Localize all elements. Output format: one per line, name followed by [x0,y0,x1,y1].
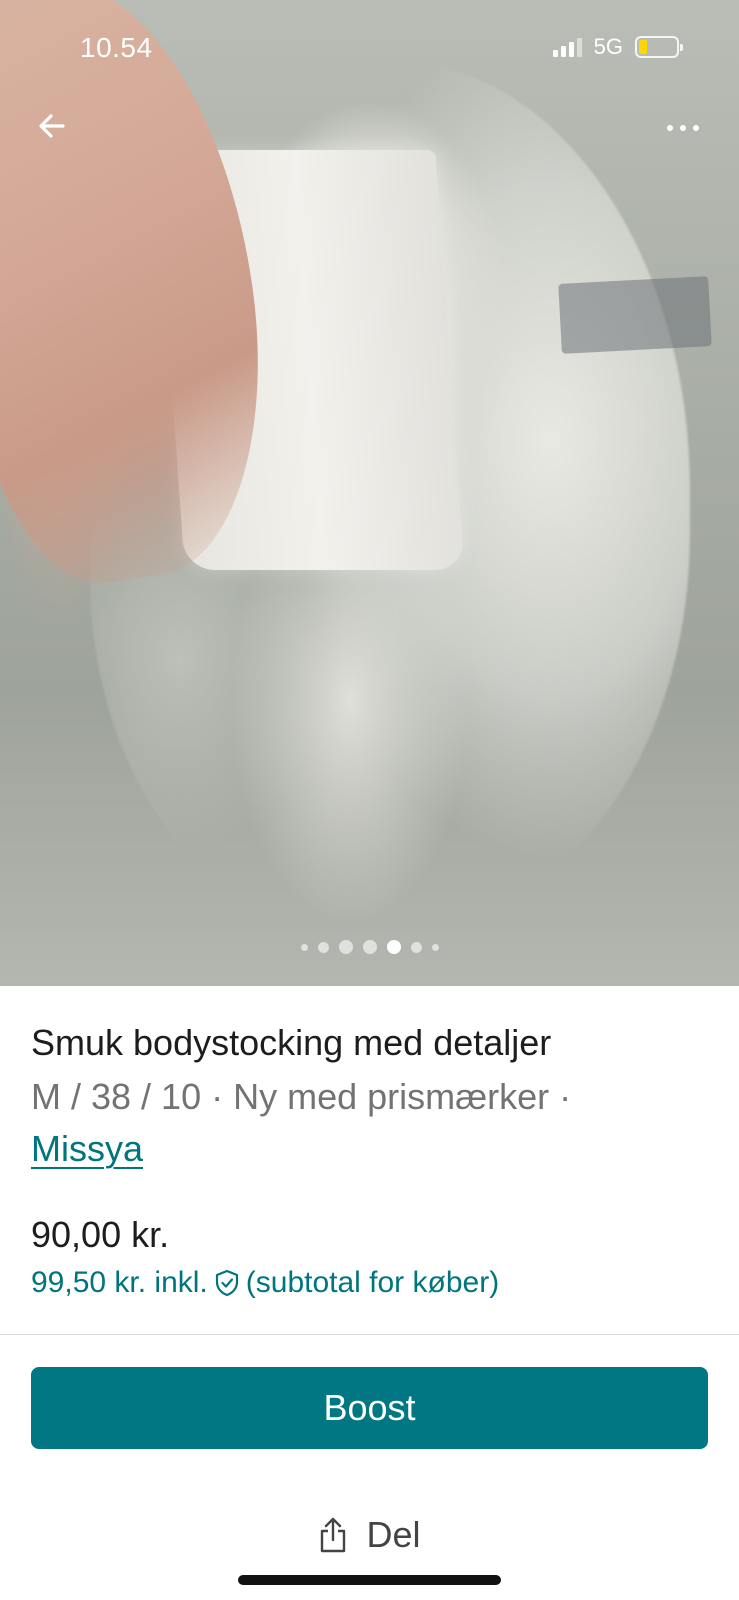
network-type: 5G [593,34,623,59]
item-title: Smuk bodystocking med detaljer [31,1022,552,1063]
more-options-button[interactable] [655,108,711,148]
pager-dot[interactable] [362,940,377,954]
pager-dot[interactable] [300,943,308,951]
back-button[interactable] [30,104,74,148]
buyer-price-amount: 99,50 kr. inkl. [31,1266,208,1299]
buyer-price-info[interactable]: 99,50 kr. inkl. (subtotal for køber) [31,1266,499,1300]
pager-dot[interactable] [338,940,353,954]
ellipsis-icon [667,125,673,131]
boost-button[interactable]: Boost [31,1367,708,1449]
battery-icon [635,36,683,58]
gallery-pager [0,940,739,954]
item-detail-screen: 10.54 5G Smuk bodystocking med detaljer … [0,0,739,1600]
status-indicators: 5G [552,34,683,60]
divider [0,1334,739,1335]
buyer-price-note: (subtotal for køber) [245,1266,500,1299]
item-price: 90,00 kr. [31,1214,170,1255]
share-label: Del [366,1514,421,1555]
share-button[interactable]: Del [0,1514,739,1556]
brand-link[interactable]: Missya [31,1128,143,1170]
item-photo[interactable]: 10.54 5G [0,0,739,986]
pager-dot[interactable] [431,943,439,951]
pager-dot[interactable] [317,941,329,953]
shield-check-icon [213,1268,241,1298]
signal-icon [552,37,582,57]
home-indicator[interactable] [238,1575,501,1585]
arrow-left-icon [39,114,65,138]
status-time: 10.54 [80,32,153,63]
share-icon [321,1517,346,1553]
pager-dot[interactable] [410,941,422,953]
pager-dot-active[interactable] [386,940,401,954]
item-meta: M / 38 / 10 · Ny med prismærker · [31,1076,572,1117]
